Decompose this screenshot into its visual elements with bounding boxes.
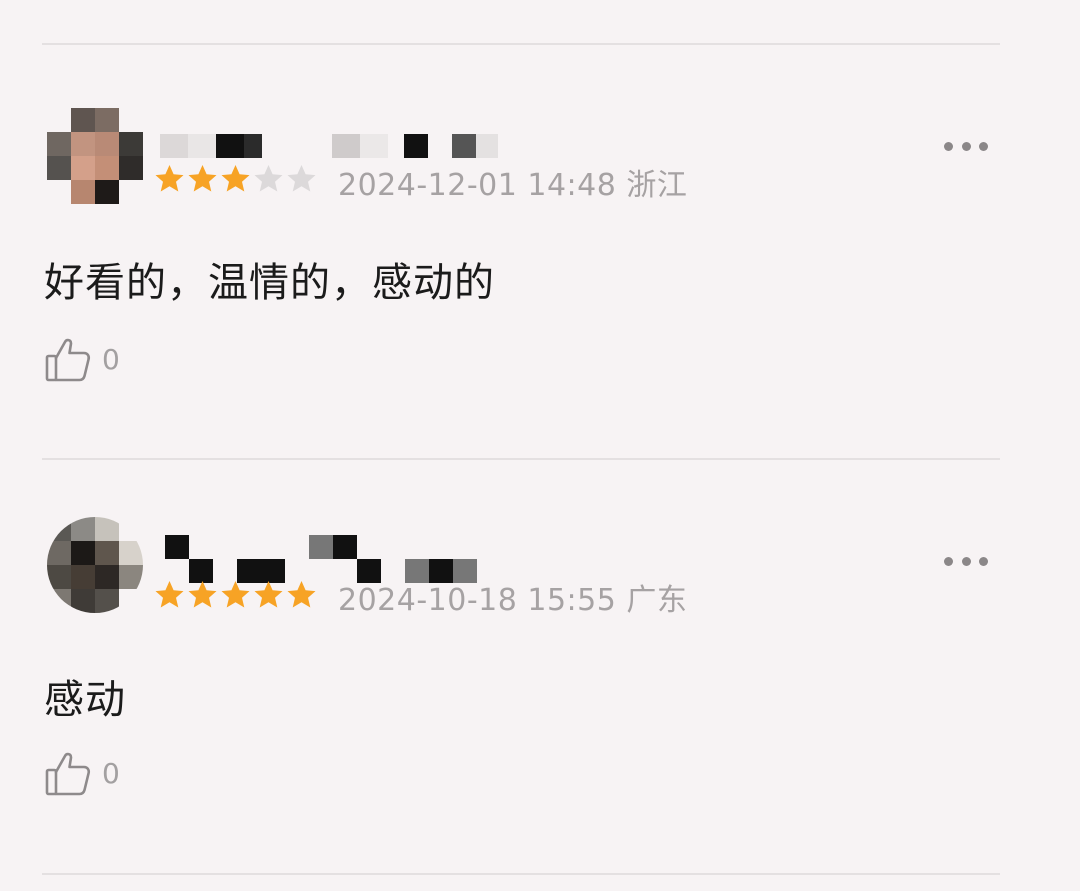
- rating-stars: [153, 163, 318, 195]
- star-filled-icon: [153, 163, 186, 195]
- thumbs-up-icon: [44, 748, 94, 798]
- dot: [961, 141, 971, 151]
- divider: [42, 458, 1000, 460]
- star-empty-icon: [285, 163, 318, 195]
- dot: [979, 141, 988, 151]
- review-content: 好看的，温情的，感动的: [44, 260, 495, 306]
- like-count: 0: [102, 756, 120, 790]
- review-location: 浙江: [626, 168, 688, 203]
- star-empty-icon: [252, 163, 285, 195]
- dot: [944, 556, 953, 566]
- more-options-button[interactable]: [944, 140, 988, 152]
- like-button[interactable]: 0: [44, 334, 120, 384]
- like-button[interactable]: 0: [44, 748, 120, 798]
- review-location: 广东: [626, 583, 688, 618]
- avatar[interactable]: [47, 517, 143, 613]
- review-meta: 2024-10-18 15:55 广东: [338, 575, 687, 619]
- divider: [42, 43, 1000, 45]
- divider: [42, 873, 1000, 875]
- thumbs-up-icon: [44, 334, 94, 384]
- username-mask: [160, 130, 500, 160]
- dot: [979, 556, 988, 566]
- rating-stars: [153, 579, 318, 611]
- star-filled-icon: [252, 579, 285, 611]
- more-options-button[interactable]: [944, 555, 988, 567]
- review-content: 感动: [44, 677, 126, 723]
- star-filled-icon: [153, 579, 186, 611]
- dot: [961, 556, 971, 566]
- review-date: 2024-12-01 14:48: [338, 168, 617, 203]
- star-filled-icon: [285, 579, 318, 611]
- star-filled-icon: [186, 579, 219, 611]
- review-date: 2024-10-18 15:55: [338, 583, 617, 618]
- reviews-page: 2024-12-01 14:48 浙江 好看的，温情的，感动的 0 2024-1…: [0, 0, 1080, 891]
- star-filled-icon: [219, 163, 252, 195]
- star-filled-icon: [186, 163, 219, 195]
- like-count: 0: [102, 342, 120, 376]
- star-filled-icon: [219, 579, 252, 611]
- username-mask: [165, 535, 480, 583]
- review-meta: 2024-12-01 14:48 浙江: [338, 160, 687, 204]
- avatar[interactable]: [47, 108, 143, 204]
- dot: [944, 141, 953, 151]
